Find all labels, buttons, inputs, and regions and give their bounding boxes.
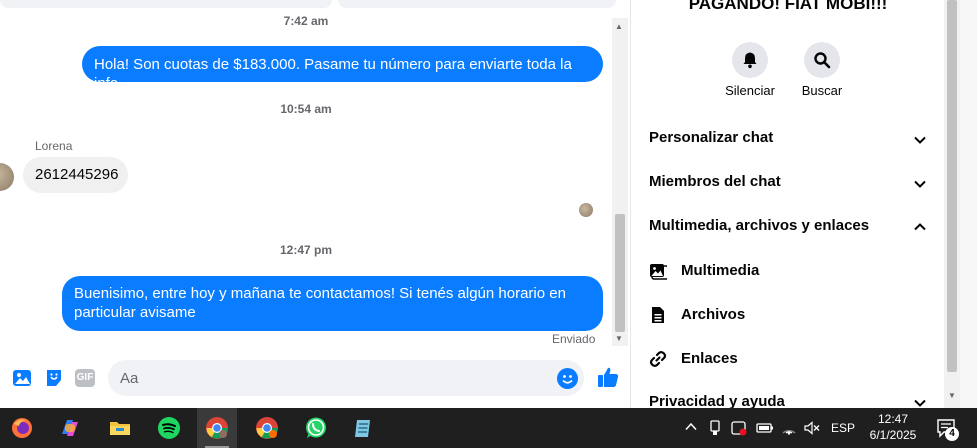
- chrome-icon[interactable]: [197, 408, 237, 448]
- spotify-icon[interactable]: [149, 408, 189, 448]
- top-bar-right: [338, 0, 616, 8]
- message-input-placeholder: Aa: [120, 370, 139, 387]
- notepad-icon[interactable]: [344, 408, 384, 448]
- chat-pane: 7:42 am Hola! Son cuotas de $183.000. Pa…: [0, 0, 630, 408]
- taskbar: ESP 12:47 6/1/2025: [0, 408, 977, 448]
- timestamp: 7:42 am: [283, 14, 329, 28]
- usb-icon[interactable]: [708, 420, 722, 439]
- chevron-down-icon[interactable]: [913, 133, 927, 147]
- photo-icon[interactable]: [11, 368, 33, 388]
- scrollbar-thumb[interactable]: [615, 214, 625, 332]
- message-incoming[interactable]: 2612445296: [23, 157, 128, 193]
- chat-scrollbar[interactable]: ▲ ▼: [612, 18, 628, 346]
- chevron-down-icon[interactable]: [913, 177, 927, 191]
- window-edge: [960, 0, 977, 408]
- search-button[interactable]: [804, 42, 840, 78]
- scroll-down-arrow-icon[interactable]: ▼: [948, 391, 956, 400]
- clock-time: 12:47: [877, 412, 909, 426]
- timestamp: 12:47 pm: [279, 243, 333, 257]
- chat-info-panel: PAGANDO! FIAT MOBI!!! Silenciar Buscar P…: [630, 0, 944, 410]
- scrollbar-thumb[interactable]: [947, 0, 957, 372]
- media-item-multimedia[interactable]: Multimedia: [681, 262, 759, 279]
- like-icon[interactable]: [596, 365, 620, 394]
- battery-icon[interactable]: [756, 420, 774, 439]
- sender-name: Lorena: [35, 139, 73, 153]
- avatar[interactable]: [0, 163, 14, 191]
- chrome-icon[interactable]: [247, 408, 287, 448]
- message-input[interactable]: Aa: [108, 360, 584, 396]
- message-text: Hola! Son cuotas de $183.000. Pasame tu …: [94, 56, 572, 92]
- message-status: Enviado: [552, 332, 596, 346]
- bell-icon: [743, 52, 757, 69]
- search-label: Buscar: [801, 83, 843, 98]
- section-chat-members[interactable]: Miembros del chat: [649, 173, 781, 190]
- mute-button[interactable]: [732, 42, 768, 78]
- mute-label: Silenciar: [725, 83, 775, 98]
- section-media-files-links[interactable]: Multimedia, archivos y enlaces: [649, 217, 869, 234]
- app-alert-icon[interactable]: [731, 420, 747, 439]
- chevron-up-icon[interactable]: [913, 220, 927, 234]
- wifi-icon[interactable]: [781, 420, 797, 439]
- link-icon: [649, 351, 667, 367]
- read-receipt-avatar: [579, 203, 593, 217]
- section-personalize-chat[interactable]: Personalizar chat: [649, 129, 773, 146]
- language-indicator[interactable]: ESP: [831, 421, 855, 435]
- scroll-up-arrow-icon[interactable]: ▲: [615, 22, 623, 31]
- message-text: 2612445296: [35, 166, 119, 183]
- volume-muted-icon[interactable]: [803, 420, 821, 439]
- firefox-icon[interactable]: [2, 408, 42, 448]
- media-item-files[interactable]: Archivos: [681, 306, 745, 323]
- copilot-icon[interactable]: [50, 408, 90, 448]
- timestamp: 10:54 am: [280, 102, 332, 116]
- scroll-down-arrow-icon[interactable]: ▼: [615, 334, 623, 343]
- gif-icon[interactable]: GIF: [74, 368, 96, 388]
- clock-date: 6/1/2025: [869, 428, 917, 442]
- message-text: Buenisimo, entre hoy y mañana te contact…: [74, 285, 566, 321]
- search-icon: [814, 52, 831, 69]
- file-icon: [652, 307, 664, 323]
- file-explorer-icon[interactable]: [100, 408, 140, 448]
- notification-badge: 4: [945, 427, 959, 441]
- gif-label: GIF: [75, 369, 95, 387]
- sticker-icon[interactable]: [43, 368, 65, 388]
- photo-icon: [650, 264, 667, 280]
- top-bar-left: [0, 0, 332, 8]
- whatsapp-icon[interactable]: [296, 408, 336, 448]
- system-clock[interactable]: 12:47 6/1/2025: [858, 411, 928, 443]
- emoji-icon[interactable]: [557, 368, 578, 389]
- chevron-up-icon[interactable]: [684, 420, 698, 437]
- media-item-links[interactable]: Enlaces: [681, 350, 738, 367]
- chat-title: PAGANDO! FIAT MOBI!!!: [688, 0, 888, 13]
- message-outgoing[interactable]: Hola! Son cuotas de $183.000. Pasame tu …: [82, 46, 603, 92]
- message-outgoing[interactable]: Buenisimo, entre hoy y mañana te contact…: [62, 276, 603, 331]
- panel-scrollbar[interactable]: ▼: [944, 0, 960, 408]
